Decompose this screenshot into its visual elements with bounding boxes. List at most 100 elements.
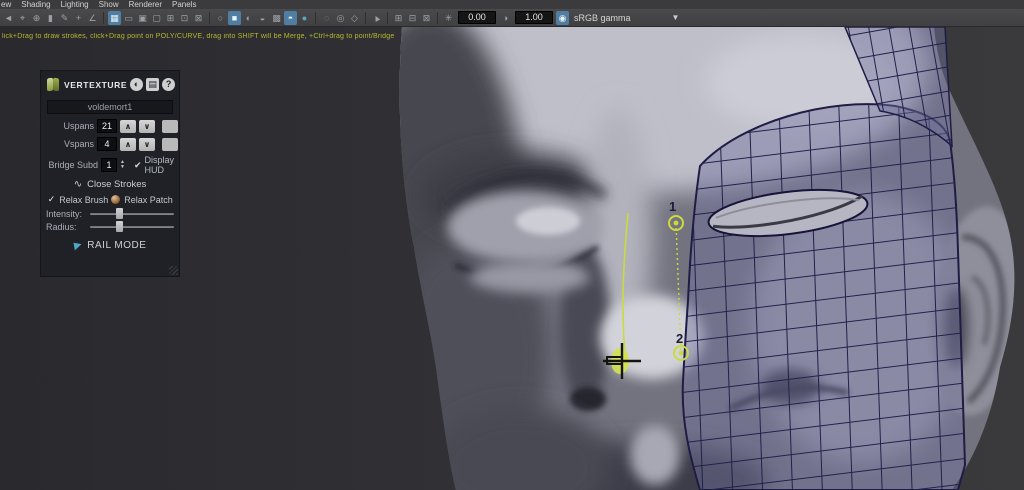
relax-patch-label: Relax Patch bbox=[124, 195, 173, 205]
radius-slider[interactable] bbox=[90, 226, 174, 228]
shaded-textured-icon[interactable]: ◐ bbox=[242, 11, 255, 25]
uspans-up-button[interactable]: ∧ bbox=[120, 120, 136, 133]
uspans-row: Uspans 21 ∧ ∨ bbox=[41, 117, 179, 135]
colorspace-icon[interactable]: ◉ bbox=[556, 11, 569, 25]
panel-title: VERTEXTURE bbox=[64, 80, 127, 90]
display-hud-label: Display HUD bbox=[145, 155, 175, 175]
rail-mode-label: RAIL MODE bbox=[87, 240, 146, 251]
camera-track-icon[interactable]: ⊕ bbox=[30, 11, 43, 25]
panel-resize-handle[interactable] bbox=[169, 266, 178, 275]
menu-panels[interactable]: Panels bbox=[172, 0, 196, 9]
bridge-subd-label: Bridge Subd bbox=[46, 160, 98, 170]
rail-mode-icon: ▶ bbox=[73, 239, 82, 252]
grid-display-icon[interactable]: ▦ bbox=[108, 11, 121, 25]
uspans-swatch[interactable] bbox=[162, 120, 178, 133]
shade-toggle-icon[interactable]: ◐ bbox=[130, 78, 143, 91]
chevron-down-icon[interactable]: ▼ bbox=[672, 13, 680, 22]
safe-title-icon[interactable]: ⊠ bbox=[192, 11, 205, 25]
isolate-select-icon[interactable]: ◎ bbox=[334, 11, 347, 25]
brush-icon: ✓ bbox=[48, 194, 56, 205]
relax-mode-row: ✓ Relax Brush Relax Patch bbox=[41, 192, 179, 207]
paste-layout-icon[interactable]: ⊟ bbox=[406, 11, 419, 25]
vspans-row: Vspans 4 ∧ ∨ bbox=[41, 135, 179, 153]
vertexture-logo-icon bbox=[46, 77, 61, 92]
contrast-icon[interactable]: ◑ bbox=[499, 11, 512, 25]
image-plane-icon[interactable]: ⊠ bbox=[420, 11, 433, 25]
intensity-label: Intensity: bbox=[46, 209, 86, 219]
shadows-icon[interactable]: ● bbox=[298, 11, 311, 25]
uspans-down-button[interactable]: ∨ bbox=[139, 120, 155, 133]
close-strokes-label: Close Strokes bbox=[87, 179, 146, 190]
camera-orbit-icon[interactable]: ⌖ bbox=[16, 11, 29, 25]
shaded-icon[interactable]: ■ bbox=[228, 11, 241, 25]
gate-mask-icon[interactable]: ▢ bbox=[150, 11, 163, 25]
curve-icon: ∿ bbox=[74, 179, 82, 190]
vertexture-panel: VERTEXTURE ◐ ▤ ? voldemort1 Uspans 21 ∧ … bbox=[40, 70, 180, 277]
patch-sphere-icon bbox=[111, 195, 120, 204]
uspans-value[interactable]: 21 bbox=[97, 119, 117, 133]
intensity-row: Intensity: bbox=[41, 207, 179, 220]
menu-renderer[interactable]: Renderer bbox=[129, 0, 162, 9]
relax-patch-button[interactable]: Relax Patch bbox=[110, 194, 174, 205]
select-cursor-icon[interactable]: ▲ bbox=[367, 8, 385, 26]
radius-row: Radius: bbox=[41, 220, 179, 233]
camera-prev-icon[interactable]: ◄ bbox=[2, 11, 15, 25]
copy-layout-icon[interactable]: ⊞ bbox=[392, 11, 405, 25]
intensity-handle[interactable] bbox=[116, 208, 123, 219]
wireframe-icon[interactable]: ○ bbox=[214, 11, 227, 25]
checker-material-icon[interactable]: ▩ bbox=[270, 11, 283, 25]
bookmark-icon[interactable]: ▮ bbox=[44, 11, 57, 25]
vspans-up-button[interactable]: ∧ bbox=[120, 138, 136, 151]
toolbar-separator bbox=[315, 12, 316, 24]
toolbar-separator bbox=[365, 12, 366, 24]
uspans-label: Uspans bbox=[46, 121, 94, 131]
rail-end-label: 2 bbox=[676, 331, 683, 346]
selection-highlight-icon[interactable]: ◇ bbox=[348, 11, 361, 25]
vspans-down-button[interactable]: ∨ bbox=[139, 138, 155, 151]
intensity-slider[interactable] bbox=[90, 213, 174, 215]
measure-icon[interactable]: ∠ bbox=[86, 11, 99, 25]
display-hud-checkbox[interactable]: ✔ bbox=[134, 160, 142, 171]
bridge-subd-spinner[interactable]: ▲▼ bbox=[120, 158, 125, 172]
resolution-gate-icon[interactable]: ▣ bbox=[136, 11, 149, 25]
menu-show[interactable]: Show bbox=[99, 0, 119, 9]
use-all-lights-icon[interactable]: ◓ bbox=[284, 11, 297, 25]
move-tool-icon[interactable]: + bbox=[72, 11, 85, 25]
toolbar-separator bbox=[209, 12, 210, 24]
object-name-field[interactable]: voldemort1 bbox=[47, 100, 173, 114]
radius-label: Radius: bbox=[46, 222, 86, 232]
tool-hud-hint: lick+Drag to draw strokes, click+Drag po… bbox=[2, 33, 394, 40]
bridge-subd-value[interactable]: 1 bbox=[101, 158, 117, 172]
menu-lighting[interactable]: Lighting bbox=[61, 0, 89, 9]
menu-bar: ew Shading Lighting Show Renderer Panels bbox=[0, 0, 1024, 9]
safe-action-icon[interactable]: ⊡ bbox=[178, 11, 191, 25]
layers-icon[interactable]: ▤ bbox=[146, 78, 159, 91]
default-material-icon[interactable]: ◒ bbox=[256, 11, 269, 25]
vspans-value[interactable]: 4 bbox=[97, 137, 117, 151]
viewport-toolbar: ◄ ⌖ ⊕ ▮ ✎ + ∠ ▦ ▭ ▣ ▢ ⊞ ⊡ ⊠ ○ ■ ◐ ◒ ▩ ◓ … bbox=[0, 9, 1024, 27]
relax-brush-label: Relax Brush bbox=[59, 195, 108, 205]
exposure-field[interactable]: 0.00 bbox=[458, 11, 496, 24]
colorspace-select[interactable]: sRGB gamma bbox=[574, 13, 631, 23]
film-gate-icon[interactable]: ▭ bbox=[122, 11, 135, 25]
xray-icon[interactable]: ◌ bbox=[320, 11, 333, 25]
toolbar-separator bbox=[437, 12, 438, 24]
vspans-label: Vspans bbox=[46, 139, 94, 149]
pencil-icon[interactable]: ✎ bbox=[58, 11, 71, 25]
close-strokes-button[interactable]: ∿ Close Strokes bbox=[41, 177, 179, 192]
relax-brush-button[interactable]: ✓ Relax Brush bbox=[46, 194, 110, 205]
toolbar-separator bbox=[387, 12, 388, 24]
rail-mode-button[interactable]: ▶ RAIL MODE bbox=[41, 238, 179, 253]
gamma-field[interactable]: 1.00 bbox=[515, 11, 553, 24]
exposure-icon[interactable]: ✳ bbox=[442, 11, 455, 25]
menu-shading[interactable]: Shading bbox=[21, 0, 50, 9]
field-chart-icon[interactable]: ⊞ bbox=[164, 11, 177, 25]
vspans-swatch[interactable] bbox=[162, 138, 178, 151]
panel-header: VERTEXTURE ◐ ▤ ? bbox=[41, 71, 179, 98]
help-icon[interactable]: ? bbox=[162, 78, 175, 91]
bridge-subd-row: Bridge Subd 1 ▲▼ ✔ Display HUD bbox=[41, 153, 179, 177]
rail-start-label: 1 bbox=[669, 199, 676, 214]
menu-view[interactable]: ew bbox=[1, 0, 11, 9]
radius-handle[interactable] bbox=[116, 221, 123, 232]
toolbar-separator bbox=[103, 12, 104, 24]
